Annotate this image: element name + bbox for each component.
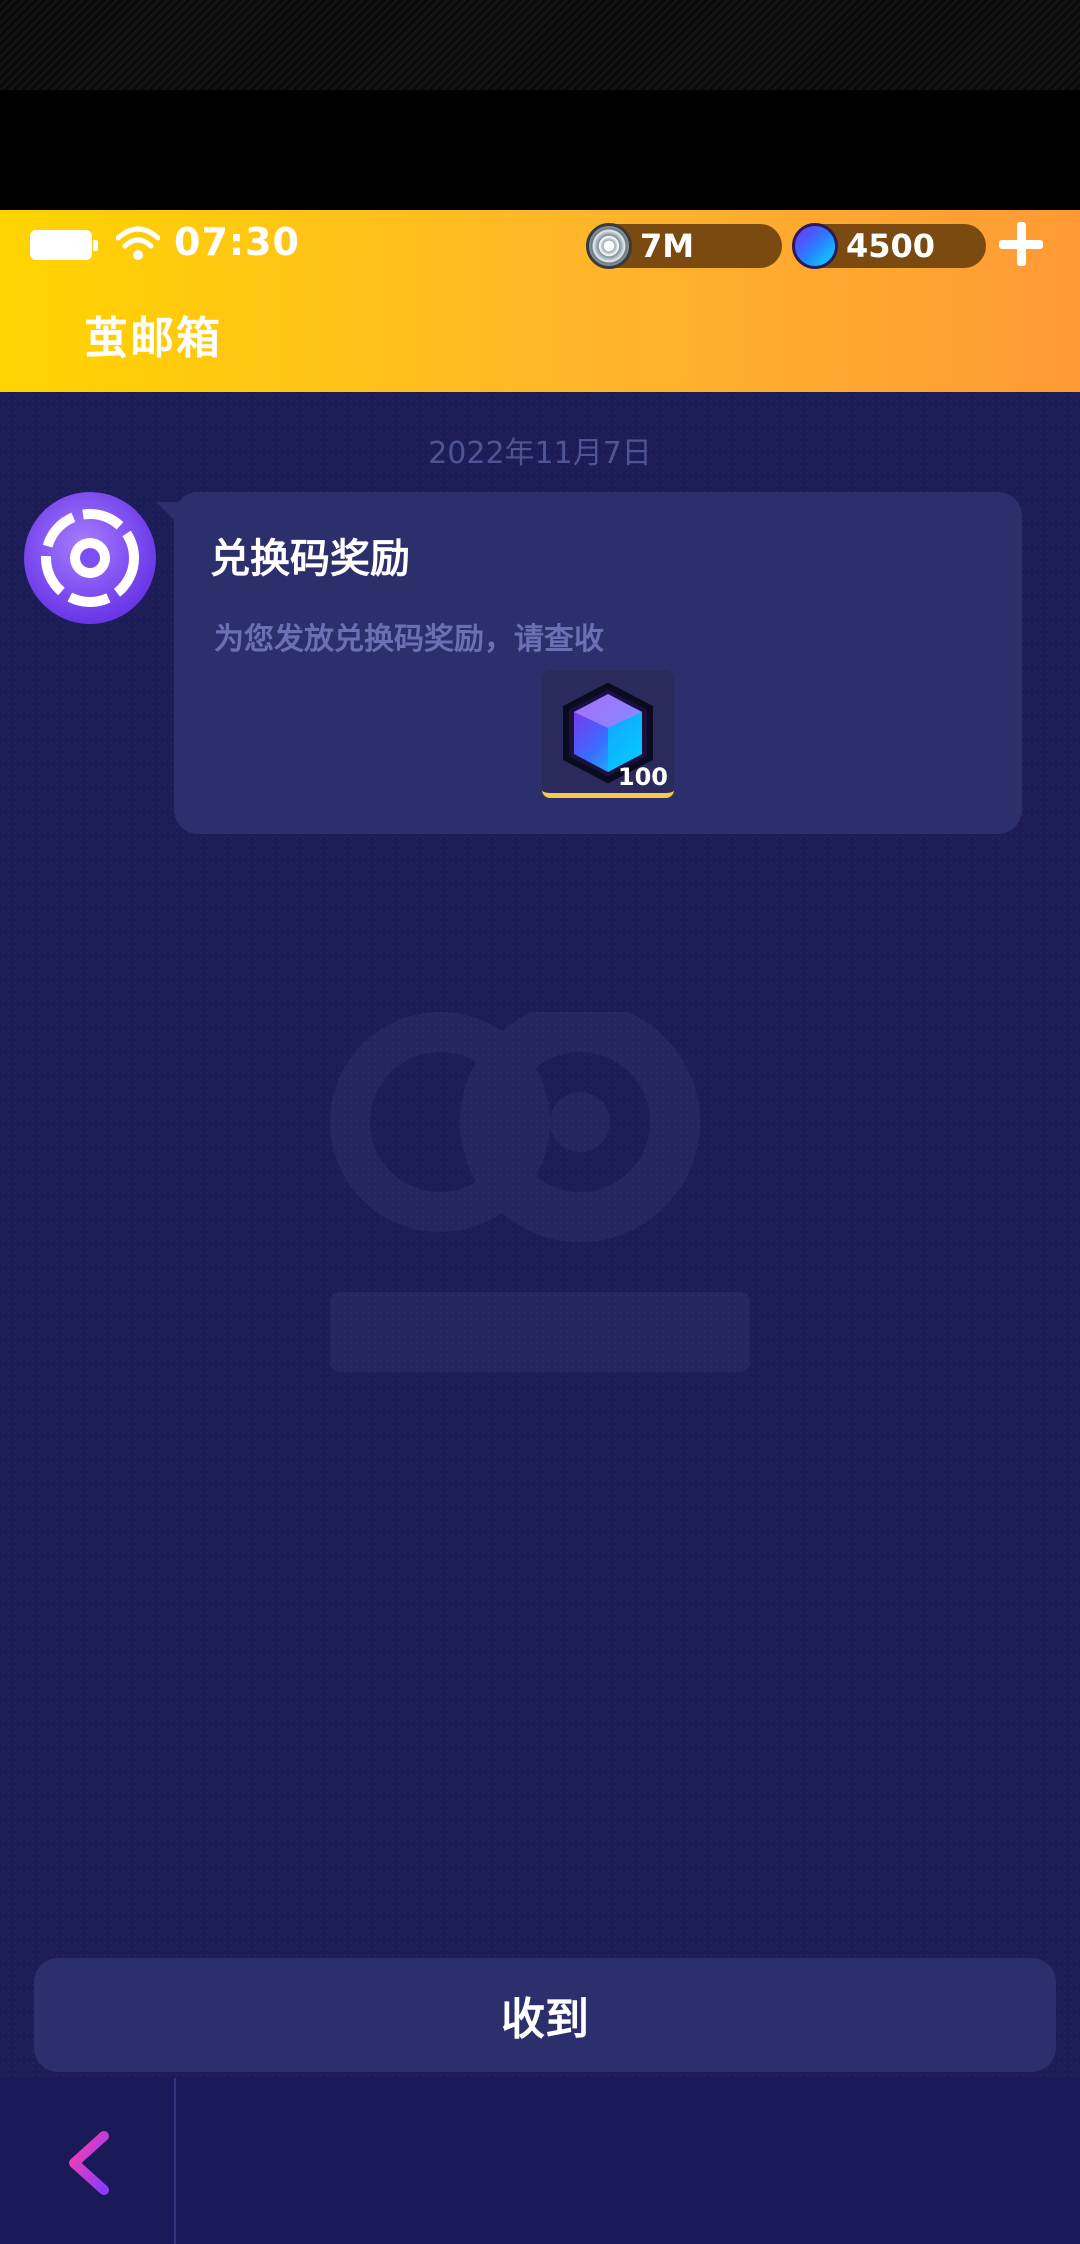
coin-icon bbox=[586, 223, 632, 269]
status-bar: 07:30 7M 4500 bbox=[0, 210, 1080, 280]
divider bbox=[174, 2078, 176, 2244]
gem-amount: 4500 bbox=[846, 227, 936, 265]
avatar-emblem bbox=[41, 509, 139, 607]
mail-date: 2022年11月7日 bbox=[428, 436, 652, 471]
mail-content[interactable]: 2022年11月7日 兑换码奖励 为您发放兑换码奖励，请查收 100 收到 bbox=[0, 392, 1080, 2244]
battery-icon bbox=[30, 230, 98, 260]
header: 07:30 7M 4500 茧邮箱 bbox=[0, 210, 1080, 392]
gem-balance[interactable]: 4500 bbox=[792, 223, 986, 269]
coin-balance[interactable]: 7M bbox=[586, 223, 782, 269]
status-time: 07:30 bbox=[174, 220, 300, 264]
chevron-left-icon[interactable] bbox=[62, 2130, 122, 2196]
cocos-logo bbox=[330, 1012, 750, 1372]
gem-icon bbox=[792, 223, 838, 269]
receive-button[interactable]: 收到 bbox=[34, 1958, 1056, 2072]
top-system-band bbox=[0, 0, 1080, 210]
mail-body: 为您发放兑换码奖励，请查收 bbox=[214, 622, 604, 657]
plus-icon[interactable] bbox=[996, 220, 1046, 270]
avatar-icon bbox=[24, 492, 156, 624]
mail-card[interactable]: 兑换码奖励 为您发放兑换码奖励，请查收 100 bbox=[156, 492, 1022, 834]
page-title: 茧邮箱 bbox=[84, 302, 222, 366]
page-title-text: 邮箱 bbox=[130, 313, 222, 364]
wifi-icon bbox=[116, 226, 160, 260]
reward-count: 100 bbox=[617, 763, 668, 791]
coin-amount: 7M bbox=[640, 227, 695, 265]
page-title-prefix: 茧 bbox=[84, 313, 130, 364]
reward-item[interactable]: 100 bbox=[542, 670, 674, 798]
bottom-bar bbox=[0, 2078, 1080, 2244]
mail-title: 兑换码奖励 bbox=[210, 536, 410, 582]
